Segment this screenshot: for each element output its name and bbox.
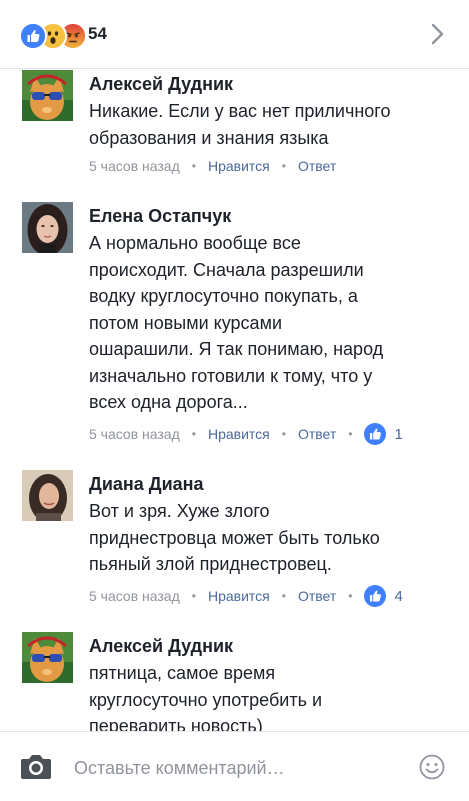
comment-author[interactable]: Алексей Дудник xyxy=(89,636,233,657)
avatar[interactable] xyxy=(22,70,73,121)
smiley-icon[interactable] xyxy=(419,754,445,780)
like-badge-icon xyxy=(364,585,387,607)
comment-text: Никакие. Если у вас нет приличного образ… xyxy=(89,101,391,148)
like-badge-icon xyxy=(364,423,387,445)
comment-time[interactable]: 5 часов назад xyxy=(89,158,180,174)
reactions-header: 54 xyxy=(0,0,469,69)
like-count: 4 xyxy=(394,587,403,605)
comment-author[interactable]: Елена Остапчук xyxy=(89,206,231,227)
comment-time[interactable]: 5 часов назад xyxy=(89,588,180,604)
comment-time[interactable]: 5 часов назад xyxy=(89,426,180,442)
like-button[interactable]: Нравится xyxy=(208,588,270,604)
separator-dot: • xyxy=(281,427,286,441)
likes-summary[interactable]: 4 xyxy=(364,585,403,607)
comment-meta: 5 часов назад • Нравится • Ответ xyxy=(89,154,336,178)
comment-meta: 5 часов назад • Нравится • Ответ • 4 xyxy=(89,584,403,608)
comment-text: Вот и зря. Хуже злого приднестровца може… xyxy=(89,501,380,574)
avatar[interactable] xyxy=(22,470,73,521)
camera-icon[interactable] xyxy=(19,753,53,781)
comment-meta: 5 часов назад • Нравится • Ответ • 1 xyxy=(89,422,403,446)
comment-composer xyxy=(0,731,469,801)
like-reaction-icon xyxy=(19,22,47,50)
reply-button[interactable]: Ответ xyxy=(298,426,336,442)
reply-button[interactable]: Ответ xyxy=(298,588,336,604)
like-button[interactable]: Нравится xyxy=(208,426,270,442)
separator-dot: • xyxy=(281,159,286,173)
comment-author[interactable]: Алексей Дудник xyxy=(89,74,233,95)
separator-dot: • xyxy=(191,589,196,603)
reply-button[interactable]: Ответ xyxy=(298,158,336,174)
comment-text: А нормально вообще все происходит. Снача… xyxy=(89,233,384,412)
comment-input[interactable] xyxy=(72,752,396,784)
separator-dot: • xyxy=(348,589,353,603)
avatar[interactable] xyxy=(22,202,73,253)
separator-dot: • xyxy=(348,427,353,441)
separator-dot: • xyxy=(191,427,196,441)
comment-author[interactable]: Диана Диана xyxy=(89,474,204,495)
separator-dot: • xyxy=(191,159,196,173)
separator-dot: • xyxy=(281,589,286,603)
reaction-count[interactable]: 54 xyxy=(88,24,107,44)
like-button[interactable]: Нравится xyxy=(208,158,270,174)
likes-summary[interactable]: 1 xyxy=(364,423,403,445)
comments-list: Алексей Дудник Никакие. Если у вас нет п… xyxy=(0,68,469,731)
chevron-right-icon[interactable] xyxy=(426,20,450,48)
comment-text: пятница, самое время круглосуточно употр… xyxy=(89,663,323,731)
like-count: 1 xyxy=(394,425,403,443)
avatar[interactable] xyxy=(22,632,73,683)
